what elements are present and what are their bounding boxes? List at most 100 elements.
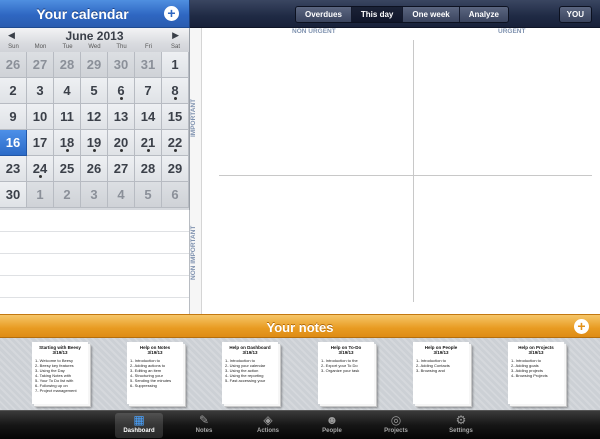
tab-label: People bbox=[322, 428, 342, 434]
calendar-day[interactable]: 28 bbox=[135, 156, 162, 182]
calendar-day[interactable]: 26 bbox=[81, 156, 108, 182]
weekday-row: Sun Mon Tue Wed Thu Fri Sat bbox=[0, 43, 189, 52]
calendar-day[interactable]: 3 bbox=[81, 182, 108, 208]
tab-bar: ▦ Dashboard ✎ Notes ◈ Actions ☻ People ◎ Projects… bbox=[0, 410, 600, 439]
calendar-day[interactable]: 1 bbox=[162, 52, 189, 78]
calendar-day[interactable]: 31 bbox=[135, 52, 162, 78]
calendar-day-today[interactable]: 16 bbox=[0, 130, 27, 156]
calendar-day[interactable]: 6 bbox=[162, 182, 189, 208]
segment-analyze[interactable]: Analyze bbox=[459, 7, 508, 22]
calendar-day[interactable]: 21 bbox=[135, 130, 162, 156]
tab-label: Actions bbox=[256, 428, 279, 434]
day-number: 5 bbox=[144, 187, 152, 202]
note-card[interactable]: Help on Projects 3/19/13 1- Introduction t… bbox=[508, 342, 564, 404]
note-card[interactable]: Help on To-Do 3/19/13 1- Introduction to t… bbox=[318, 342, 374, 404]
day-number: 19 bbox=[86, 135, 102, 150]
day-number: 22 bbox=[167, 135, 183, 150]
settings-icon: ⚙ bbox=[455, 413, 467, 427]
note-card[interactable]: Starting with Beesy 3/19/13 1- Welcome to … bbox=[32, 342, 88, 404]
day-number: 7 bbox=[144, 83, 152, 98]
tab-projects[interactable]: ◎ Projects bbox=[372, 413, 420, 438]
calendar-day[interactable]: 1 bbox=[27, 182, 54, 208]
month-label: June 2013 bbox=[65, 29, 124, 43]
calendar-day[interactable]: 15 bbox=[162, 104, 189, 130]
calendar-day[interactable]: 30 bbox=[0, 182, 27, 208]
calendar-day[interactable]: 13 bbox=[108, 104, 135, 130]
calendar-day[interactable]: 20 bbox=[108, 130, 135, 156]
calendar-day[interactable]: 10 bbox=[27, 104, 54, 130]
calendar-day[interactable]: 29 bbox=[162, 156, 189, 182]
day-number: 25 bbox=[59, 161, 75, 176]
segment-overdues[interactable]: Overdues bbox=[296, 7, 352, 22]
calendar-day[interactable]: 4 bbox=[54, 78, 81, 104]
event-dot-icon bbox=[119, 149, 123, 152]
calendar-day[interactable]: 19 bbox=[81, 130, 108, 156]
day-number: 3 bbox=[36, 83, 44, 98]
calendar-day[interactable]: 6 bbox=[108, 78, 135, 104]
calendar-day[interactable]: 2 bbox=[0, 78, 27, 104]
tab-label: Settings bbox=[449, 428, 473, 434]
add-event-button[interactable]: + bbox=[164, 6, 179, 21]
notes-header: Your notes + bbox=[0, 314, 600, 338]
you-button[interactable]: YOU bbox=[558, 6, 592, 23]
matrix-canvas[interactable]: NON URGENT URGENT bbox=[201, 28, 600, 314]
segment-this-day[interactable]: This day bbox=[351, 7, 404, 22]
next-month-icon[interactable]: ▶ bbox=[172, 30, 179, 41]
calendar-day[interactable]: 5 bbox=[135, 182, 162, 208]
calendar-day[interactable]: 25 bbox=[54, 156, 81, 182]
calendar-day[interactable]: 27 bbox=[27, 52, 54, 78]
calendar-day[interactable]: 30 bbox=[108, 52, 135, 78]
tab-notes[interactable]: ✎ Notes bbox=[180, 413, 228, 438]
day-number: 26 bbox=[5, 57, 21, 72]
calendar-day[interactable]: 28 bbox=[54, 52, 81, 78]
note-line: 3- Organize your task bbox=[321, 368, 360, 373]
event-dot-icon bbox=[119, 97, 123, 100]
segment-one-week[interactable]: One week bbox=[403, 7, 460, 22]
day-number: 18 bbox=[59, 135, 75, 150]
calendar-day[interactable]: 17 bbox=[27, 130, 54, 156]
calendar-day[interactable]: 9 bbox=[0, 104, 27, 130]
tab-settings[interactable]: ⚙ Settings bbox=[437, 413, 485, 438]
day-number: 4 bbox=[117, 187, 125, 202]
note-date: 3/19/13 bbox=[433, 350, 449, 355]
calendar-day[interactable]: 5 bbox=[81, 78, 108, 104]
day-number: 2 bbox=[63, 187, 71, 202]
event-dot-icon bbox=[92, 149, 96, 152]
calendar-day[interactable]: 27 bbox=[108, 156, 135, 182]
calendar-day[interactable]: 24 bbox=[27, 156, 54, 182]
calendar-day[interactable]: 26 bbox=[0, 52, 27, 78]
calendar-day[interactable]: 23 bbox=[0, 156, 27, 182]
weekday-label: Sun bbox=[8, 44, 19, 50]
note-line: 4- Browsing Projects bbox=[511, 373, 548, 378]
note-card[interactable]: Help on Notes 3/19/13 1- Introduction to 2-… bbox=[127, 342, 183, 404]
day-number: 4 bbox=[63, 83, 71, 98]
actions-icon: ◈ bbox=[263, 413, 273, 427]
note-card[interactable]: Help on Dashboard 3/19/13 1- Introduction … bbox=[222, 342, 278, 404]
note-date: 3/19/13 bbox=[338, 350, 354, 355]
calendar-day[interactable]: 11 bbox=[54, 104, 81, 130]
tab-people[interactable]: ☻ People bbox=[308, 413, 356, 438]
calendar-day[interactable]: 29 bbox=[81, 52, 108, 78]
tab-dashboard[interactable]: ▦ Dashboard bbox=[115, 413, 163, 438]
dashboard-icon: ▦ bbox=[133, 413, 145, 427]
day-event-list[interactable] bbox=[0, 210, 190, 314]
calendar-day[interactable]: 22 bbox=[162, 130, 189, 156]
day-number: 1 bbox=[171, 57, 179, 72]
calendar-day[interactable]: 2 bbox=[54, 182, 81, 208]
calendar-day[interactable]: 18 bbox=[54, 130, 81, 156]
calendar-day[interactable]: 14 bbox=[135, 104, 162, 130]
day-number: 27 bbox=[113, 161, 129, 176]
calendar-day[interactable]: 12 bbox=[81, 104, 108, 130]
calendar-day[interactable]: 4 bbox=[108, 182, 135, 208]
day-number: 28 bbox=[59, 57, 75, 72]
day-number: 12 bbox=[86, 109, 102, 124]
calendar-day[interactable]: 3 bbox=[27, 78, 54, 104]
add-note-button[interactable]: + bbox=[574, 319, 589, 334]
day-number: 1 bbox=[36, 187, 44, 202]
tab-actions[interactable]: ◈ Actions bbox=[244, 413, 292, 438]
non-urgent-label: NON URGENT bbox=[292, 28, 336, 35]
calendar-day[interactable]: 8 bbox=[162, 78, 189, 104]
day-number: 21 bbox=[140, 135, 156, 150]
note-card[interactable]: Help on People 3/19/13 1- Introduction to 2… bbox=[413, 342, 469, 404]
calendar-day[interactable]: 7 bbox=[135, 78, 162, 104]
